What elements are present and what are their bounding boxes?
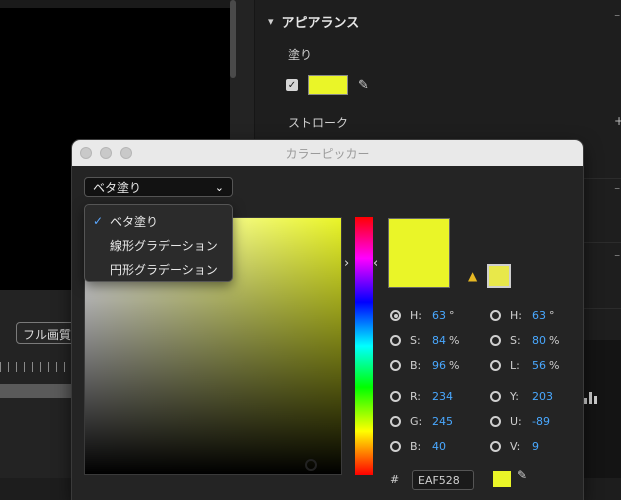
hsb-b-row[interactable]: B: 96 % [390, 359, 459, 372]
panel-mark-icon-2: ⁻ [614, 250, 621, 264]
hsl-s-value[interactable]: 80 [532, 334, 546, 347]
hsl-l-radio[interactable] [490, 360, 501, 371]
chevron-down-icon[interactable]: ▾ [268, 15, 274, 28]
warning-icon: ▲ [468, 269, 478, 283]
yuv-v-row[interactable]: V: 9 [490, 440, 539, 453]
hex-color-swatch [493, 471, 511, 487]
hsl-l-unit: % [549, 359, 560, 372]
hsl-s-row[interactable]: S: 80 % [490, 334, 559, 347]
hex-prefix: # [390, 473, 400, 486]
eyedropper-icon[interactable]: ✎ [358, 78, 369, 93]
color-picker-window: カラーピッカー ベタ塗り ⌄ › ‹ ▲ H: 63 ° S: 84 % B: … [72, 140, 583, 500]
playback-quality-dropdown[interactable]: フル画質 [16, 322, 78, 344]
hsb-s-value[interactable]: 84 [432, 334, 446, 347]
hsl-h-row[interactable]: H: 63 ° [490, 309, 555, 322]
section-menu-icon[interactable]: ⁻ [614, 10, 620, 24]
hue-slider[interactable] [355, 217, 373, 475]
yuv-u-radio[interactable] [490, 416, 501, 427]
hsb-b-radio[interactable] [390, 360, 401, 371]
hsb-h-label: H: [410, 309, 422, 322]
fill-row: ✓ ✎ [286, 75, 369, 95]
appearance-title: アピアランス [281, 16, 360, 31]
hsl-l-row[interactable]: L: 56 % [490, 359, 559, 372]
hex-input[interactable]: EAF528 [412, 470, 474, 490]
rgb-b-value[interactable]: 40 [432, 440, 446, 453]
yuv-y-radio[interactable] [490, 391, 501, 402]
hsl-h-radio[interactable] [490, 310, 501, 321]
rgb-r-value[interactable]: 234 [432, 390, 453, 403]
hsb-b-label: B: [410, 359, 422, 372]
timeline-bar [0, 384, 72, 398]
hsl-s-radio[interactable] [490, 335, 501, 346]
fill-label: 塗り [288, 48, 313, 62]
panel-mark-icon: ⁻ [614, 183, 621, 197]
hsb-h-value[interactable]: 63 [432, 309, 446, 322]
fill-type-menu: ✓ ベタ塗り 線形グラデーション 円形グラデーション [84, 204, 233, 282]
hsl-h-label: H: [510, 309, 522, 322]
hsl-s-unit: % [549, 334, 560, 347]
chevron-down-icon: ⌄ [214, 180, 224, 194]
gamut-corrected-color-swatch[interactable] [487, 264, 511, 288]
add-stroke-icon[interactable]: + [614, 114, 621, 128]
panel-dark-area [584, 340, 621, 478]
hsb-s-label: S: [410, 334, 421, 347]
yuv-v-radio[interactable] [490, 441, 501, 452]
stroke-label: ストローク [288, 116, 349, 130]
rgb-g-label: G: [410, 415, 423, 428]
hsb-s-unit: % [449, 334, 460, 347]
yuv-u-value[interactable]: -89 [532, 415, 550, 428]
hsl-h-value[interactable]: 63 [532, 309, 546, 322]
yuv-y-row[interactable]: Y: 203 [490, 390, 553, 403]
rgb-b-label: B: [410, 440, 422, 453]
fill-checkbox[interactable]: ✓ [286, 79, 298, 91]
monitor-top-strip [0, 0, 230, 8]
bars-icon[interactable] [584, 392, 598, 404]
hsl-s-label: S: [510, 334, 521, 347]
rgb-r-label: R: [410, 390, 422, 403]
scrollbar-thumb[interactable] [230, 0, 236, 78]
current-color-swatch [388, 218, 450, 288]
window-title: カラーピッカー [285, 147, 370, 161]
color-field-marker[interactable] [305, 459, 317, 471]
hue-slider-left-arrow-icon[interactable]: › [344, 256, 349, 271]
rgb-r-radio[interactable] [390, 391, 401, 402]
rgb-g-row[interactable]: G: 245 [390, 415, 453, 428]
fill-type-select[interactable]: ベタ塗り ⌄ [84, 177, 233, 197]
fill-color-swatch[interactable] [308, 75, 348, 95]
rgb-g-radio[interactable] [390, 416, 401, 427]
hsb-h-unit: ° [449, 309, 455, 322]
menu-item-solid[interactable]: ✓ ベタ塗り [85, 209, 232, 233]
rgb-g-value[interactable]: 245 [432, 415, 453, 428]
checkmark-icon: ✓ [93, 214, 104, 228]
hsl-h-unit: ° [549, 309, 555, 322]
hsb-b-value[interactable]: 96 [432, 359, 446, 372]
yuv-v-value[interactable]: 9 [532, 440, 539, 453]
hsb-s-radio[interactable] [390, 335, 401, 346]
menu-item-linear-gradient[interactable]: 線形グラデーション [85, 233, 232, 257]
hsb-b-unit: % [449, 359, 460, 372]
hsl-l-value[interactable]: 56 [532, 359, 546, 372]
yuv-u-label: U: [510, 415, 522, 428]
menu-item-label: 円形グラデーション [110, 262, 218, 277]
hue-slider-right-arrow-icon[interactable]: ‹ [373, 256, 378, 271]
window-titlebar[interactable]: カラーピッカー [72, 140, 583, 166]
yuv-u-row[interactable]: U: -89 [490, 415, 550, 428]
yuv-v-label: V: [510, 440, 521, 453]
eyedropper-icon[interactable]: ✎ [517, 468, 527, 482]
rgb-b-row[interactable]: B: 40 [390, 440, 446, 453]
menu-item-radial-gradient[interactable]: 円形グラデーション [85, 257, 232, 281]
hsb-h-radio[interactable] [390, 310, 401, 321]
yuv-y-label: Y: [510, 390, 519, 403]
rgb-b-radio[interactable] [390, 441, 401, 452]
menu-item-label: ベタ塗り [110, 214, 159, 229]
timeline-ruler [0, 362, 72, 372]
appearance-section-header[interactable]: ▾ アピアランス [268, 12, 359, 31]
hsl-l-label: L: [510, 359, 520, 372]
menu-item-label: 線形グラデーション [110, 238, 218, 253]
hsb-h-row[interactable]: H: 63 ° [390, 309, 455, 322]
fill-type-selected-value: ベタ塗り [93, 180, 142, 195]
yuv-y-value[interactable]: 203 [532, 390, 553, 403]
rgb-r-row[interactable]: R: 234 [390, 390, 453, 403]
hsb-s-row[interactable]: S: 84 % [390, 334, 459, 347]
